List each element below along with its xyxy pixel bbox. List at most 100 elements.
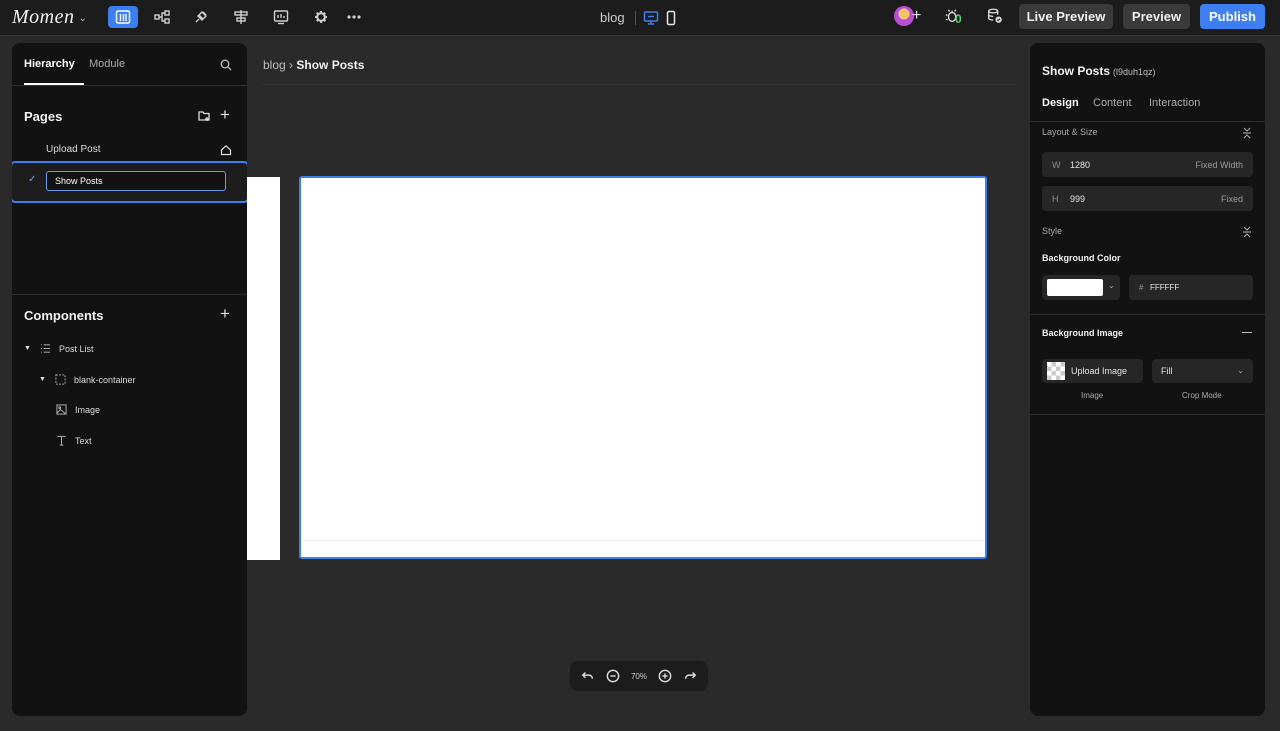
breadcrumb-root[interactable]: blog [263, 58, 286, 72]
app-logo[interactable]: Momen ⌄ [12, 6, 87, 28]
hex-value[interactable]: FFFFFF [1150, 283, 1179, 292]
text-icon [57, 435, 66, 446]
settings-tool-button[interactable] [306, 6, 336, 28]
tab-content[interactable]: Content [1093, 97, 1132, 109]
right-panel: Show Posts (l9duh1qz) Design Content Inte… [1030, 43, 1265, 716]
add-folder-icon[interactable] [198, 109, 211, 122]
height-field[interactable]: H 999 Fixed [1042, 186, 1253, 211]
crop-mode-value: Fill [1161, 366, 1173, 376]
expand-triangle-icon[interactable]: ▼ [24, 345, 32, 352]
hex-color-input[interactable]: # FFFFFF [1129, 275, 1253, 300]
width-field[interactable]: W 1280 Fixed Width [1042, 152, 1253, 177]
upload-image-button[interactable]: Upload Image [1042, 359, 1143, 383]
live-preview-button[interactable]: Live Preview [1019, 4, 1113, 29]
data-model-tool-button[interactable] [147, 6, 177, 28]
preview-button[interactable]: Preview [1123, 4, 1190, 29]
background-color-label: Background Color [1042, 253, 1121, 263]
phone-icon [666, 10, 676, 26]
height-mode[interactable]: Fixed [1221, 194, 1243, 204]
invite-plus-icon[interactable]: + [912, 7, 921, 25]
pages-tool-button[interactable] [108, 6, 138, 28]
home-icon [220, 144, 232, 156]
chevron-down-icon: ⌄ [1108, 281, 1115, 290]
tree-label: Post List [59, 343, 94, 354]
minus-icon[interactable] [1242, 332, 1252, 333]
undo-icon[interactable] [581, 669, 595, 683]
breadcrumb-divider [262, 84, 1016, 85]
transparent-preview-icon [1047, 362, 1065, 380]
collapse-icon[interactable] [1242, 127, 1252, 139]
section-divider [1030, 314, 1265, 315]
search-icon[interactable] [220, 59, 232, 71]
gear-icon [315, 11, 328, 23]
hash-label: # [1139, 283, 1144, 292]
collapse-icon[interactable] [1242, 226, 1252, 238]
check-icon: ✓ [28, 174, 37, 185]
zoom-out-icon[interactable] [606, 669, 620, 683]
database-status-button[interactable] [986, 7, 1006, 27]
pages-section-title: Pages [24, 109, 63, 124]
tree-icon [154, 10, 170, 24]
page-frame-show-posts[interactable] [299, 176, 987, 559]
width-label: W [1052, 160, 1061, 170]
container-icon [55, 374, 66, 385]
plug-icon [195, 11, 207, 23]
tab-design[interactable]: Design [1042, 97, 1079, 109]
breadcrumb-current: Show Posts [296, 58, 365, 72]
crop-mode-select[interactable]: Fill ⌄ [1152, 359, 1253, 383]
tree-row-text[interactable]: Text [56, 435, 92, 446]
project-name[interactable]: blog [600, 10, 625, 25]
add-page-button[interactable]: + [220, 105, 230, 125]
page-name-input[interactable] [46, 171, 226, 191]
upload-image-label: Upload Image [1071, 366, 1128, 376]
height-value[interactable]: 999 [1070, 194, 1085, 204]
analytics-tool-button[interactable] [266, 6, 296, 28]
layout-icon [115, 10, 131, 24]
expand-triangle-icon[interactable]: ▼ [39, 376, 47, 383]
components-section-title: Components [24, 308, 104, 323]
selected-element-title: Show Posts (l9duh1qz) [1042, 64, 1156, 78]
mobile-view-button[interactable] [663, 9, 679, 27]
section-divider [1030, 414, 1265, 415]
background-image-label: Background Image [1042, 328, 1124, 338]
tabs-divider [1030, 121, 1265, 122]
pages-components-divider [12, 294, 247, 295]
more-dots-icon [347, 15, 361, 19]
monitor-icon [643, 11, 659, 25]
tree-row-post-list[interactable]: ▼ Post List [24, 343, 94, 354]
page-item-upload-post[interactable]: Upload Post [46, 144, 100, 155]
width-mode[interactable]: Fixed Width [1195, 160, 1243, 170]
tab-module[interactable]: Module [89, 58, 125, 70]
add-component-button[interactable]: + [220, 304, 230, 324]
frame-bottom-line [303, 540, 983, 541]
list-icon [40, 344, 51, 353]
tree-label: blank-container [74, 374, 136, 385]
align-icon [234, 10, 248, 24]
publish-button[interactable]: Publish [1200, 4, 1265, 29]
zoom-level[interactable]: 70% [631, 672, 647, 681]
crop-mode-caption: Crop Mode [1182, 391, 1222, 400]
tab-interaction[interactable]: Interaction [1149, 97, 1200, 109]
desktop-view-button[interactable] [643, 9, 659, 27]
style-section-label: Style [1042, 226, 1063, 236]
element-id: (l9duh1qz) [1113, 67, 1156, 77]
zoom-in-icon[interactable] [658, 669, 672, 683]
color-swatch [1047, 279, 1103, 296]
divider [635, 11, 636, 25]
redo-icon[interactable] [683, 669, 697, 683]
left-panel: Hierarchy Module Pages + Upload Post ✓ C… [12, 43, 247, 716]
more-button[interactable] [339, 6, 369, 28]
tree-label: Text [75, 435, 92, 446]
color-picker-button[interactable]: ⌄ [1042, 275, 1120, 300]
tabs-divider [12, 85, 247, 86]
height-label: H [1052, 194, 1059, 204]
width-value[interactable]: 1280 [1070, 160, 1090, 170]
actionflow-tool-button[interactable] [186, 6, 216, 28]
tab-hierarchy[interactable]: Hierarchy [24, 58, 75, 70]
logo-text: Momen [12, 5, 75, 28]
api-tool-button[interactable] [226, 6, 256, 28]
dashboard-icon [273, 10, 289, 25]
tree-row-image[interactable]: Image [56, 404, 100, 415]
tree-row-blank-container[interactable]: ▼ blank-container [39, 374, 136, 385]
avatar[interactable] [894, 6, 914, 26]
